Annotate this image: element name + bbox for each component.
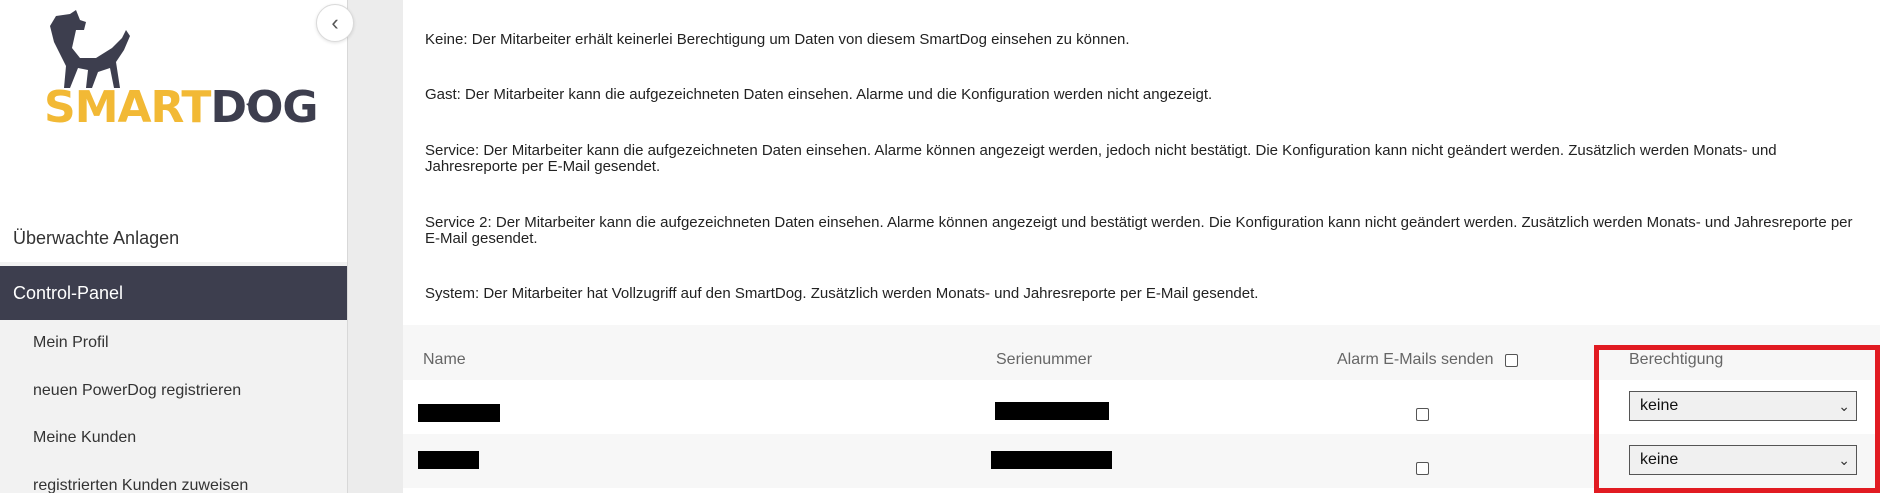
nav-item-label: Überwachte Anlagen <box>13 227 180 248</box>
column-header-serial: Serienummer <box>996 351 1093 368</box>
subnav-item-meine-kunden[interactable]: Meine Kunden <box>0 423 347 453</box>
alarm-email-checkbox[interactable] <box>1416 462 1429 475</box>
content-panel: Keine: Der Mitarbeiter erhält keinerlei … <box>403 0 1880 493</box>
logo-smart: SMART <box>44 82 211 133</box>
permission-select-value: keine <box>1640 451 1679 468</box>
table-row: keine ⌄ <box>403 434 1880 488</box>
redacted-serial <box>991 451 1112 469</box>
subnav-item-label: neuen PowerDog registrieren <box>33 382 242 399</box>
permission-desc-service2: Service 2: Der Mitarbeiter kann die aufg… <box>425 214 1853 247</box>
permission-select-value: keine <box>1640 397 1679 414</box>
chevron-down-icon: ⌄ <box>1838 452 1850 468</box>
nav-item-control-panel[interactable]: Control-Panel <box>0 266 347 320</box>
sidebar: SMARTDOG Überwachte Anlagen Control-Pane… <box>0 0 348 493</box>
alarm-all-checkbox[interactable] <box>1505 354 1518 367</box>
permission-desc-system: System: Der Mitarbeiter hat Vollzugriff … <box>425 285 1259 302</box>
permission-select[interactable]: keine ⌄ <box>1629 445 1857 475</box>
column-header-alarm: Alarm E-Mails senden <box>1337 351 1494 368</box>
alarm-email-checkbox[interactable] <box>1416 408 1429 421</box>
permission-desc-keine: Keine: Der Mitarbeiter erhält keinerlei … <box>425 31 1130 48</box>
subnav-item-label: registrierten Kunden zuweisen <box>33 477 249 493</box>
chevron-down-icon: ⌄ <box>1838 398 1850 414</box>
logo-wordmark: SMARTDOG <box>44 82 319 133</box>
subnav-item-label: Meine Kunden <box>33 429 137 446</box>
main-area: Keine: Der Mitarbeiter erhält keinerlei … <box>349 0 1880 493</box>
permission-desc-gast: Gast: Der Mitarbeiter kann die aufgezeic… <box>425 86 1213 103</box>
permission-desc-service: Service: Der Mitarbeiter kann die aufgez… <box>425 142 1777 175</box>
nav-item-ueberwachte-anlagen[interactable]: Überwachte Anlagen <box>0 214 347 262</box>
subnav-item-powerdog-registrieren[interactable]: neuen PowerDog registrieren <box>0 376 347 406</box>
chevron-left-icon: ‹ <box>331 10 339 35</box>
table-header: Name Serienummer Alarm E-Mails senden Be… <box>403 325 1880 380</box>
sidebar-collapse-button[interactable]: ‹ <box>316 4 354 42</box>
subnav-item-kunden-zuweisen[interactable]: registrierten Kunden zuweisen <box>0 471 347 493</box>
nav-item-label: Control-Panel <box>13 282 124 303</box>
subnav-item-label: Mein Profil <box>33 334 109 351</box>
column-header-permission: Berechtigung <box>1629 351 1724 368</box>
redacted-serial <box>995 402 1109 420</box>
subnav-item-mein-profil[interactable]: Mein Profil <box>0 328 347 358</box>
app-window: SMARTDOG Überwachte Anlagen Control-Pane… <box>0 0 1880 493</box>
permission-select[interactable]: keine ⌄ <box>1629 391 1857 421</box>
logo-area: SMARTDOG <box>0 0 347 240</box>
table-row: keine ⌄ <box>403 380 1880 434</box>
redacted-name <box>418 451 479 469</box>
redacted-name <box>418 404 500 422</box>
logo-dog: DOG <box>210 82 318 133</box>
column-header-name: Name <box>423 351 466 368</box>
